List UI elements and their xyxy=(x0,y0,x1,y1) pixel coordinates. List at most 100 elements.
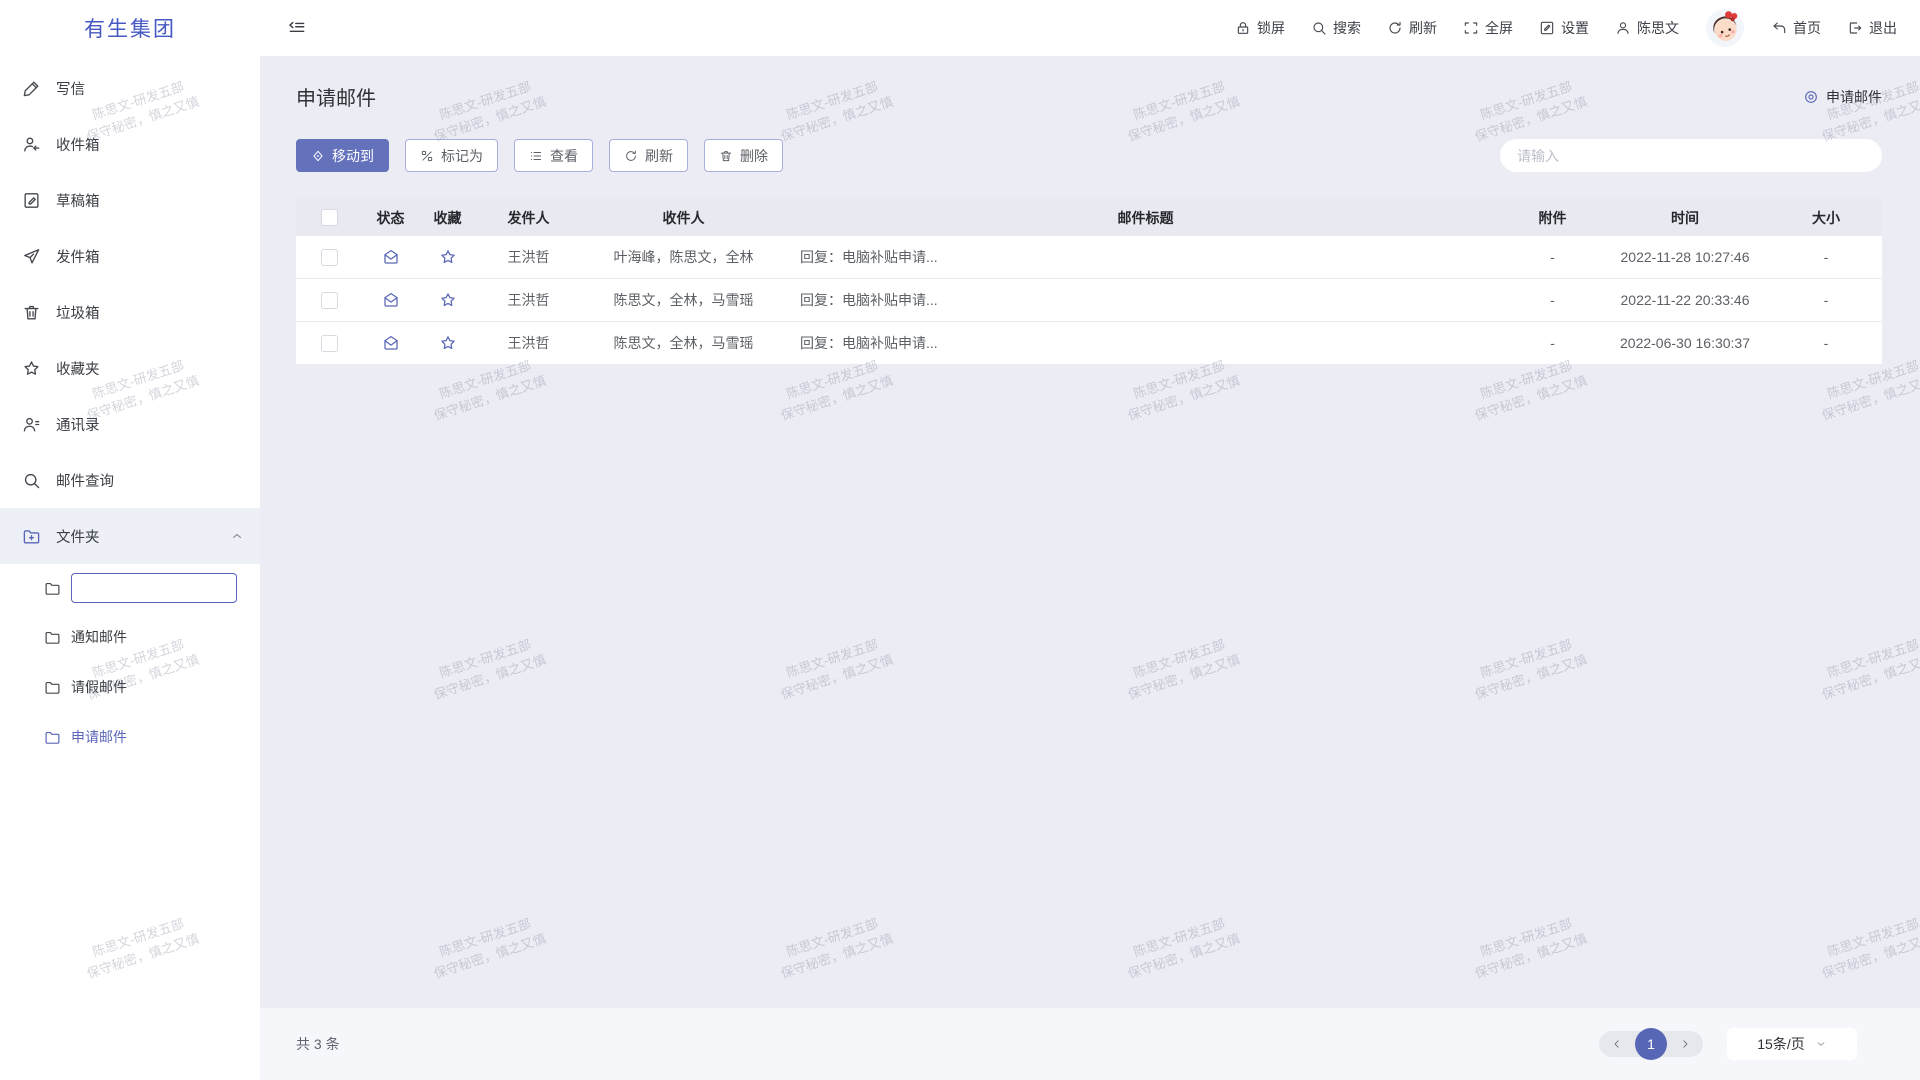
avatar[interactable] xyxy=(1705,8,1745,48)
topbar-action[interactable]: 首页 xyxy=(1771,18,1821,38)
folders-label: 文件夹 xyxy=(56,526,100,547)
sidebar-item[interactable]: 邮件查询 xyxy=(0,452,260,508)
sidebar-item-folders[interactable]: 文件夹 xyxy=(0,508,260,564)
star-icon[interactable] xyxy=(439,248,457,266)
search-box xyxy=(1500,139,1882,172)
topbar-action-icon xyxy=(1847,20,1863,36)
topbar-action-icon xyxy=(1235,20,1251,36)
toolbar: 移动到 标记为 查看 刷新 删除 xyxy=(296,139,1882,172)
sidebar-folder-item[interactable]: 申请邮件 xyxy=(0,712,260,762)
sidebar-item-icon xyxy=(22,191,41,210)
size-cell: - xyxy=(1770,335,1882,351)
sidebar-item-label: 垃圾箱 xyxy=(56,302,100,323)
recipients-cell: 叶海峰，陈思文，全林 xyxy=(581,247,786,267)
column-header-recipients: 收件人 xyxy=(581,208,786,228)
breadcrumb: 申请邮件 xyxy=(1803,87,1882,107)
next-page-icon[interactable] xyxy=(1679,1038,1691,1050)
envelope-icon[interactable] xyxy=(382,334,400,352)
sidebar-item[interactable]: 垃圾箱 xyxy=(0,284,260,340)
sidebar-item-label: 收件箱 xyxy=(56,134,100,155)
time-cell: 2022-11-28 10:27:46 xyxy=(1600,249,1770,265)
folder-plus-icon xyxy=(22,527,41,546)
topbar-action[interactable]: 锁屏 xyxy=(1235,18,1285,38)
topbar-action-label: 首页 xyxy=(1793,18,1821,38)
topbar-action-icon xyxy=(1771,20,1787,36)
toolbar-button-icon xyxy=(624,149,638,163)
row-checkbox[interactable] xyxy=(321,292,338,309)
search-input[interactable] xyxy=(1515,147,1867,165)
select-all-checkbox[interactable] xyxy=(321,209,338,226)
folder-icon xyxy=(44,679,61,696)
topbar-action-label: 陈思文 xyxy=(1637,18,1679,38)
chevron-up-icon[interactable] xyxy=(230,529,244,543)
folder-icon xyxy=(44,729,61,746)
sidebar: 有生集团 写信 收件箱 草稿箱 发件箱 xyxy=(0,0,260,1080)
topbar-action-label: 锁屏 xyxy=(1257,18,1285,38)
column-header-favorite: 收藏 xyxy=(419,208,476,228)
sidebar-item[interactable]: 草稿箱 xyxy=(0,172,260,228)
sidebar-item[interactable]: 发件箱 xyxy=(0,228,260,284)
toolbar-button[interactable]: 删除 xyxy=(704,139,783,172)
column-header-size: 大小 xyxy=(1770,208,1882,228)
total-count: 共 3 条 xyxy=(296,1034,340,1054)
sidebar-item-label: 收藏夹 xyxy=(56,358,100,379)
topbar-action[interactable]: 刷新 xyxy=(1387,18,1437,38)
toolbar-button[interactable]: 刷新 xyxy=(609,139,688,172)
folder-icon xyxy=(44,580,61,597)
table-row[interactable]: 王洪哲 陈思文，全林，马雪瑶 回复：电脑补贴申请... - 2022-06-30… xyxy=(296,322,1882,365)
page-number[interactable]: 1 xyxy=(1635,1028,1667,1060)
sidebar-item-label: 邮件查询 xyxy=(56,470,114,491)
star-icon[interactable] xyxy=(439,291,457,309)
topbar-action-icon xyxy=(1615,20,1631,36)
envelope-icon[interactable] xyxy=(382,291,400,309)
sidebar-item-label: 草稿箱 xyxy=(56,190,100,211)
topbar-action[interactable]: 退出 xyxy=(1847,18,1897,38)
subject-cell: 回复：电脑补贴申请... xyxy=(786,333,1505,353)
time-cell: 2022-11-22 20:33:46 xyxy=(1600,292,1770,308)
toolbar-button[interactable]: 查看 xyxy=(514,139,593,172)
toolbar-button-label: 标记为 xyxy=(441,146,483,166)
page-size-select[interactable]: 15条/页 xyxy=(1727,1028,1857,1060)
toolbar-button[interactable]: 标记为 xyxy=(405,139,498,172)
new-folder-row xyxy=(0,564,260,612)
star-icon[interactable] xyxy=(439,334,457,352)
table-row[interactable]: 王洪哲 叶海峰，陈思文，全林 回复：电脑补贴申请... - 2022-11-28… xyxy=(296,236,1882,279)
sidebar-item[interactable]: 通讯录 xyxy=(0,396,260,452)
topbar-action[interactable]: 设置 xyxy=(1539,18,1589,38)
envelope-icon[interactable] xyxy=(382,248,400,266)
row-checkbox[interactable] xyxy=(321,249,338,266)
brand-logo: 有生集团 xyxy=(0,0,260,56)
toolbar-button-label: 查看 xyxy=(550,146,578,166)
topbar-action[interactable]: 搜索 xyxy=(1311,18,1361,38)
subject-cell: 回复：电脑补贴申请... xyxy=(786,247,1505,267)
app-root: 有生集团 写信 收件箱 草稿箱 发件箱 xyxy=(0,0,1920,1080)
new-folder-input[interactable] xyxy=(71,573,237,603)
sidebar-item[interactable]: 收藏夹 xyxy=(0,340,260,396)
sidebar-item[interactable]: 写信 xyxy=(0,60,260,116)
row-checkbox[interactable] xyxy=(321,335,338,352)
topbar-action[interactable]: 陈思文 xyxy=(1615,18,1679,38)
column-header-status: 状态 xyxy=(362,208,419,228)
attachment-cell: - xyxy=(1505,249,1600,265)
column-header-sender: 发件人 xyxy=(476,208,581,228)
column-header-time: 时间 xyxy=(1600,208,1770,228)
collapse-sidebar-icon[interactable] xyxy=(287,18,307,38)
sidebar-folder-item[interactable]: 通知邮件 xyxy=(0,612,260,662)
topbar-action-label: 设置 xyxy=(1561,18,1589,38)
subject-cell: 回复：电脑补贴申请... xyxy=(786,290,1505,310)
folder-icon xyxy=(44,629,61,646)
pagination: 1 xyxy=(1599,1031,1703,1057)
sidebar-item[interactable]: 收件箱 xyxy=(0,116,260,172)
toolbar-button-icon xyxy=(719,149,733,163)
toolbar-button-icon xyxy=(311,149,325,163)
sidebar-item-label: 发件箱 xyxy=(56,246,100,267)
prev-page-icon[interactable] xyxy=(1611,1038,1623,1050)
sidebar-nav: 写信 收件箱 草稿箱 发件箱 垃 xyxy=(0,56,260,508)
sidebar-item-icon xyxy=(22,303,41,322)
toolbar-button[interactable]: 移动到 xyxy=(296,139,389,172)
table-row[interactable]: 王洪哲 陈思文，全林，马雪瑶 回复：电脑补贴申请... - 2022-11-22… xyxy=(296,279,1882,322)
sidebar-item-icon xyxy=(22,135,41,154)
topbar: 锁屏 搜索 刷新 全屏 设置 xyxy=(260,0,1920,56)
sidebar-folder-item[interactable]: 请假邮件 xyxy=(0,662,260,712)
topbar-action[interactable]: 全屏 xyxy=(1463,18,1513,38)
